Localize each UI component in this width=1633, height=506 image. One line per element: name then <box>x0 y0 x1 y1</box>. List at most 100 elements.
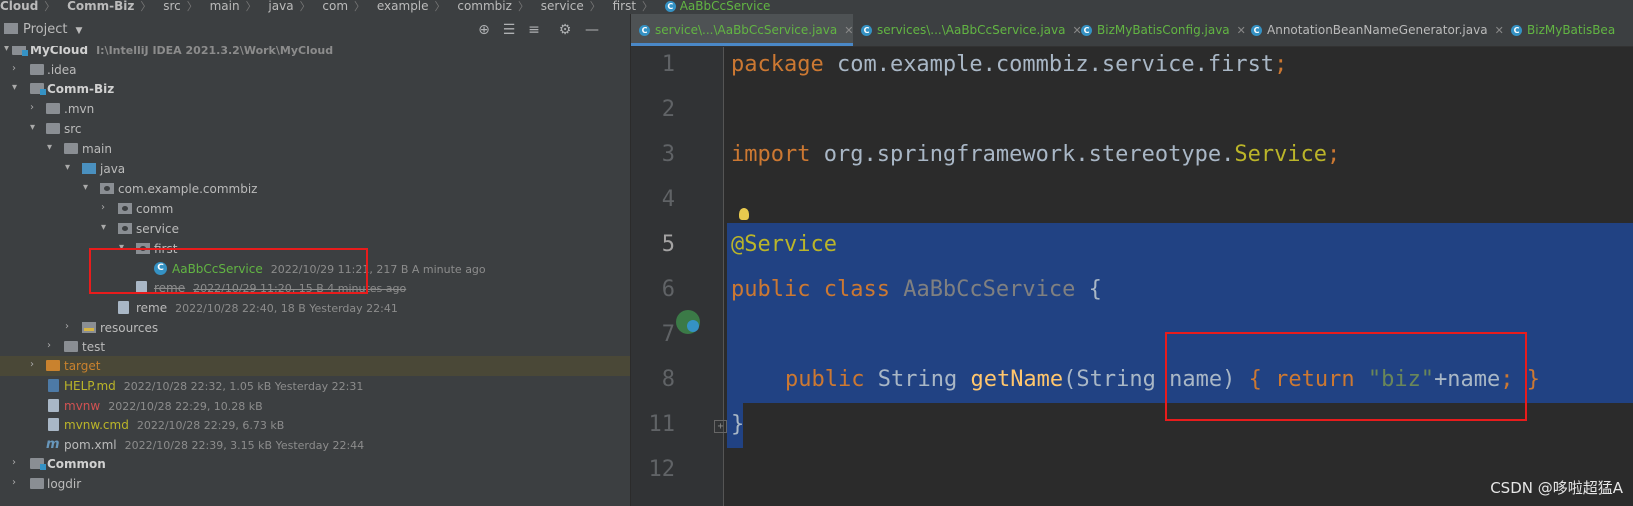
breadcrumb-item[interactable]: AaBbCcService <box>680 0 771 12</box>
chevron-right-icon[interactable]: › <box>47 340 57 351</box>
watermark: CSDN @哆啦超猛A <box>1490 479 1623 497</box>
breadcrumb-item[interactable]: Cloud <box>0 0 38 12</box>
tree-item-logdir[interactable]: › logdir <box>0 474 630 494</box>
tab-label: service\...\AaBbCcService.java <box>655 23 838 37</box>
tree-item-mvnw-cmd[interactable]: mvnw.cmd 2022/10/28 22:29, 6.73 kB <box>0 415 630 435</box>
markdown-file-icon <box>48 379 59 392</box>
chevron-right-icon[interactable]: › <box>30 359 40 370</box>
line-number: 3 <box>661 142 675 167</box>
tree-item-meta: 2022/10/28 22:29, 6.73 kB <box>136 419 285 432</box>
file-icon <box>48 418 59 431</box>
tree-item-main[interactable]: ▾ main <box>0 139 630 159</box>
chevron-right-icon: 〉 <box>186 0 198 13</box>
breadcrumb-item[interactable]: service <box>541 0 584 12</box>
spring-bean-icon[interactable] <box>676 310 700 334</box>
tree-item-label: target <box>64 359 101 373</box>
tree-item-test[interactable]: › test <box>0 337 630 357</box>
chevron-right-icon[interactable]: › <box>12 63 22 74</box>
chevron-down-icon[interactable]: ▾ <box>65 162 75 173</box>
breadcrumb-item[interactable]: Comm-Biz <box>67 0 134 12</box>
module-folder-icon <box>30 83 46 95</box>
breadcrumb-item[interactable]: main <box>210 0 240 12</box>
tree-item-src[interactable]: ▾ src <box>0 119 630 139</box>
tree-item-help-md[interactable]: HELP.md 2022/10/28 22:32, 1.05 kB Yesterd… <box>0 376 630 396</box>
module-folder-icon <box>30 458 46 470</box>
tree-item-label: mvnw.cmd <box>64 418 129 432</box>
class-icon: C <box>1081 25 1092 36</box>
tab-bizmybatisbean[interactable]: C BizMyBatisBea <box>1503 14 1633 46</box>
tab-bizmybatisconfig[interactable]: C BizMyBatisConfig.java ✕ <box>1073 14 1246 46</box>
tree-item-common[interactable]: › Common <box>0 454 630 474</box>
chevron-right-icon[interactable]: › <box>12 477 22 488</box>
tree-item-label: service <box>136 222 179 236</box>
chevron-right-icon[interactable]: › <box>12 457 22 468</box>
tree-item-package[interactable]: ▾ com.example.commbiz <box>0 179 630 199</box>
navigation-breadcrumb: Cloud 〉 Comm-Biz 〉 src 〉 main 〉 java 〉 com 〉 e… <box>0 0 1633 14</box>
breadcrumb-item[interactable]: commbiz <box>457 0 512 12</box>
chevron-down-icon[interactable]: ▾ <box>30 122 40 133</box>
tree-item-service[interactable]: ▾ service <box>0 219 630 239</box>
locate-icon[interactable]: ⊕ <box>476 22 492 38</box>
module-folder-icon <box>12 46 28 56</box>
tab-aabbccservice-services[interactable]: Cservices\...\AaBbCcService.java ✕ <box>853 14 1082 46</box>
tab-annotationbeannamegenerator[interactable]: C AnnotationBeanNameGenerator.java ✕ <box>1243 14 1504 46</box>
chevron-right-icon[interactable]: › <box>30 102 40 113</box>
chevron-down-icon[interactable]: ▾ <box>101 222 111 233</box>
tree-item-java[interactable]: ▾ java <box>0 159 630 179</box>
tree-item-mvnw[interactable]: mvnw 2022/10/28 22:29, 10.28 kB <box>0 396 630 416</box>
chevron-right-icon[interactable]: › <box>65 321 75 332</box>
fold-icon[interactable]: + <box>714 420 727 433</box>
breadcrumb-item[interactable]: example <box>377 0 429 12</box>
minimize-icon[interactable]: — <box>584 22 600 38</box>
tree-item-pom-xml[interactable]: m pom.xml 2022/10/28 22:39, 3.15 kB Yeste… <box>0 435 630 455</box>
tree-item-label: Common <box>47 457 106 471</box>
tree-item-label: reme <box>136 301 168 315</box>
class-icon: C <box>1251 25 1262 36</box>
tree-item-mycloud[interactable]: ▾ MyCloud I:\IntelliJ IDEA 2021.3.2\Work\… <box>0 46 630 60</box>
class-icon: C <box>639 25 650 36</box>
tree-item-meta: 2022/10/28 22:29, 10.28 kB <box>108 400 263 413</box>
chevron-down-icon[interactable]: ▾ <box>47 142 57 153</box>
breadcrumb-item[interactable]: first <box>613 0 636 12</box>
highlight-box <box>89 248 368 294</box>
project-title: Project <box>23 22 68 37</box>
tree-item-meta: 2022/10/28 22:39, 3.15 kB Yesterday 22:4… <box>124 439 365 452</box>
collapse-all-icon[interactable]: ≡ <box>526 22 542 38</box>
tree-item-label: com.example.commbiz <box>118 182 258 196</box>
chevron-right-icon: 〉 <box>589 0 601 13</box>
tab-aabbccservice-service[interactable]: Cservice\...\AaBbCcService.java ✕ <box>631 14 853 46</box>
tree-item-label: java <box>100 162 126 176</box>
project-view-selector[interactable]: Project ▼ <box>4 22 82 37</box>
chevron-right-icon: 〉 <box>517 0 529 13</box>
tab-label: BizMyBatisBea <box>1527 23 1616 37</box>
code-keyword: public <box>785 367 865 392</box>
breadcrumb-item[interactable]: src <box>163 0 181 12</box>
tree-item-mvn[interactable]: › .mvn <box>0 99 630 119</box>
tree-item-idea[interactable]: › .idea <box>0 60 630 80</box>
chevron-down-icon[interactable]: ▾ <box>83 182 93 193</box>
tree-item-label: src <box>64 122 82 136</box>
tree-item-resources[interactable]: › resources <box>0 318 630 338</box>
folder-icon <box>30 64 44 75</box>
line-number: 6 <box>661 277 675 302</box>
tree-item-target[interactable]: › target <box>0 356 630 376</box>
expand-all-icon[interactable]: ☰ <box>501 22 517 38</box>
tree-item-meta: 2022/10/28 22:40, 18 B Yesterday 22:41 <box>175 302 398 315</box>
chevron-right-icon[interactable]: › <box>101 202 111 213</box>
breadcrumb-item[interactable]: java <box>268 0 293 12</box>
chevron-right-icon: 〉 <box>642 0 654 13</box>
gear-icon[interactable]: ⚙ <box>557 22 573 38</box>
breadcrumb-item[interactable]: com <box>322 0 348 12</box>
line-number: 1 <box>661 52 675 77</box>
folder-icon <box>64 143 78 154</box>
chevron-right-icon: 〉 <box>44 0 56 13</box>
tree-item-label: .idea <box>47 63 77 77</box>
maven-icon: m <box>46 437 60 452</box>
tree-item-label: .mvn <box>64 102 95 116</box>
tree-item-comm-biz[interactable]: ▾ Comm-Biz <box>0 79 630 99</box>
chevron-down-icon[interactable]: ▾ <box>12 82 22 93</box>
tree-item-comm[interactable]: › comm <box>0 199 630 219</box>
code-editor[interactable]: 1 2 3 4 5 6 7 8 11 12 + package com.exam… <box>631 47 1633 506</box>
tree-item-reme-service[interactable]: reme 2022/10/28 22:40, 18 B Yesterday 22:… <box>0 298 630 318</box>
lightbulb-icon[interactable] <box>739 208 749 220</box>
